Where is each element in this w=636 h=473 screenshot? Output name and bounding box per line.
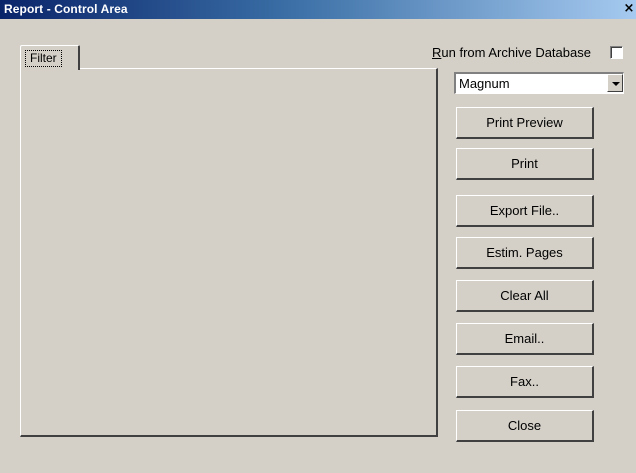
- print-preview-button[interactable]: Print Preview: [456, 107, 594, 139]
- fax-button[interactable]: Fax..: [456, 366, 594, 398]
- chevron-down-icon[interactable]: [607, 74, 623, 92]
- close-icon[interactable]: ×: [622, 2, 636, 16]
- print-button[interactable]: Print: [456, 148, 594, 180]
- database-select-value: Magnum: [459, 76, 510, 91]
- tab-filter-label: Filter: [25, 50, 62, 67]
- filter-panel: [20, 68, 438, 437]
- clear-all-button[interactable]: Clear All: [456, 280, 594, 312]
- run-from-archive-label: Run from Archive Database: [432, 45, 591, 60]
- window-title: Report - Control Area: [4, 2, 128, 16]
- export-file-button[interactable]: Export File..: [456, 195, 594, 227]
- close-button[interactable]: Close: [456, 410, 594, 442]
- database-select[interactable]: Magnum: [454, 72, 624, 94]
- title-bar: Report - Control Area ×: [0, 0, 636, 19]
- run-from-archive-checkbox[interactable]: [610, 46, 623, 59]
- tab-filter[interactable]: Filter: [20, 45, 80, 70]
- email-button[interactable]: Email..: [456, 323, 594, 355]
- estim-pages-button[interactable]: Estim. Pages: [456, 237, 594, 269]
